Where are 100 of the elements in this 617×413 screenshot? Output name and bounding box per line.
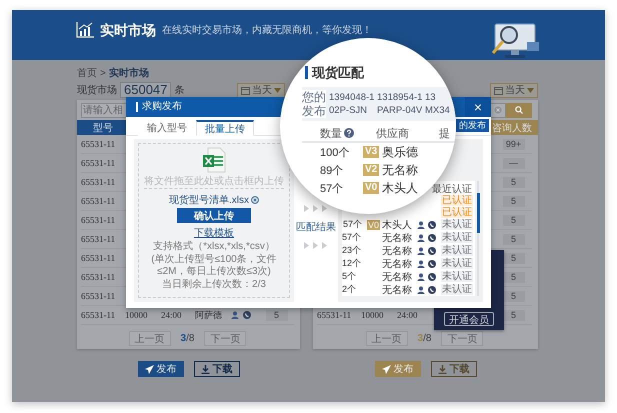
part-code: 1318954-1 — [377, 92, 424, 103]
drop-zone[interactable]: 将文件拖至此处或点击框内上传 现货型号清单.xlsx 确认上传 下载模板 支持格式（*xlsx,*xls,*csv） (单次上传型号≤100条，文件≤2M，每日上传次数≤3次) 当日剩余上传次数：2/3 — [138, 143, 290, 298]
breadcrumb-link[interactable]: 首页 — [77, 66, 97, 80]
count-unit: 条 — [174, 84, 184, 97]
quantity-text: 2个 — [342, 283, 358, 296]
part-code: PARP-04V — [377, 105, 424, 116]
help-icon[interactable] — [344, 128, 354, 138]
column-header: 提 — [439, 126, 450, 140]
page-indicator: 3/8 — [180, 333, 194, 344]
verification-tag: 已认证 — [441, 195, 473, 206]
phone-icon[interactable] — [428, 220, 436, 228]
verification-tag: 未认证 — [441, 271, 473, 282]
confirm-upload-button[interactable]: 确认上传 — [177, 208, 251, 223]
calendar-icon — [494, 86, 503, 94]
calendar-icon — [241, 86, 250, 94]
supplier-name: 奥乐德 — [382, 144, 418, 160]
supplier-name: 木头人 — [382, 180, 418, 196]
part-code: 02P-SJN — [329, 105, 368, 116]
phone-icon[interactable] — [428, 286, 436, 294]
quantity-text: 89个 — [320, 164, 344, 178]
quantity-text: 57个 — [342, 231, 362, 244]
table-cell-text: 65531-11 — [81, 234, 116, 244]
verification-tag: 未认证 — [441, 284, 473, 295]
table-cell-text: 24:00 — [397, 310, 419, 320]
table-cell-text: 65531-11 — [317, 310, 352, 320]
dialog-title: 求购发布 — [136, 102, 182, 112]
phone-icon[interactable] — [428, 272, 436, 280]
caret-icon — [527, 88, 534, 92]
market-count: 650047 — [120, 82, 172, 98]
paper-plane-icon — [382, 364, 390, 374]
publish-button[interactable]: 发布 — [138, 361, 184, 377]
table-cell-text: 65531-11 — [81, 272, 116, 282]
column-header: 咨询人数 — [492, 122, 532, 134]
table-cell-text: 65531-11 — [81, 253, 116, 263]
grade-badge: V2 — [363, 164, 380, 176]
membership-button[interactable]: 开通会员 — [444, 312, 494, 326]
user-icon[interactable] — [417, 246, 425, 254]
phone-icon[interactable] — [428, 246, 436, 254]
date-dropdown[interactable]: 当天 — [490, 82, 538, 98]
caret-icon — [274, 88, 281, 92]
next-page-button[interactable]: 下一页 — [441, 331, 484, 346]
page-title: 实时市场 — [100, 22, 156, 38]
verification-tag: 未认证 — [441, 232, 473, 243]
breadcrumb-link[interactable]: 实时市场 — [108, 66, 149, 80]
table-cell-text: 65531-11 — [81, 310, 116, 320]
upload-hint: 将文件拖至此处或点击框内上传 — [144, 174, 284, 189]
download-button[interactable]: 下载 — [194, 361, 240, 377]
user-icon[interactable] — [417, 286, 425, 294]
count-badge: 5 — [502, 196, 524, 206]
phone-icon[interactable] — [428, 234, 436, 242]
page-subtitle: 在线实时交易市场，内藏无限商机，等你发现！ — [162, 25, 372, 37]
search-button[interactable] — [506, 102, 532, 118]
remove-icon[interactable] — [251, 196, 259, 204]
scrollbar[interactable] — [477, 181, 479, 296]
count-badge: 99+ — [502, 138, 524, 150]
quantity-text: 57个 — [320, 182, 344, 196]
user-icon[interactable] — [231, 311, 239, 319]
prev-page-button[interactable]: 上一页 — [366, 331, 408, 346]
part-code: 13 — [425, 92, 437, 103]
user-icon[interactable] — [417, 272, 425, 280]
quantity-text: 57个 — [342, 218, 363, 231]
chart-icon — [76, 22, 94, 38]
prev-page-button[interactable]: 上一页 — [128, 331, 171, 346]
publish-label: 您的发布 — [302, 90, 326, 118]
download-icon — [200, 364, 210, 374]
download-button[interactable]: 下载 — [430, 361, 476, 377]
tab[interactable]: 批量上传 — [196, 120, 254, 136]
column-header: 型号 — [93, 122, 113, 134]
phone-icon[interactable] — [243, 311, 251, 319]
publish-button[interactable]: 发布 — [374, 361, 420, 377]
supplier-name: 无名称 — [382, 244, 412, 258]
remaining-note: 当日剩余上传次数：2/3 — [161, 279, 267, 291]
count-badge: 5 — [266, 310, 288, 320]
quantity-text: 5个 — [342, 270, 358, 283]
format-note: 支持格式（*xlsx,*xls,*csv） — [152, 241, 276, 253]
market-label: 现货市场 — [77, 84, 117, 97]
table-cell-text: 65531-11 — [81, 158, 116, 168]
quantity-text: 23个 — [342, 244, 362, 257]
quantity-text: 12个 — [342, 257, 362, 270]
table-cell-text: 24:00 — [161, 310, 183, 320]
close-button[interactable]: × — [465, 97, 491, 117]
table-cell-text: 65531-11 — [81, 177, 116, 187]
phone-icon[interactable] — [428, 260, 436, 268]
download-template-link[interactable]: 下载模板 — [194, 226, 234, 240]
publish-button[interactable]: 的发布 — [456, 119, 489, 132]
grade-badge: V0 — [366, 220, 380, 230]
verification-tag: 未认证 — [441, 258, 473, 269]
user-icon[interactable] — [417, 234, 425, 242]
user-icon[interactable] — [417, 220, 425, 228]
tab[interactable]: 输入型号 — [138, 120, 196, 136]
count-badge: 5 — [502, 176, 524, 188]
file-name: 现货型号清单.xlsx — [169, 194, 249, 207]
count-badge: 5 — [502, 290, 524, 302]
table-cell-text: 65531-11 — [81, 291, 116, 301]
next-page-button[interactable]: 下一页 — [204, 331, 246, 346]
user-icon[interactable] — [417, 260, 425, 268]
verification-tag: 未认证 — [441, 245, 473, 256]
supplier-name: 无名称 — [382, 258, 412, 270]
section-title: 现货匹配 — [305, 66, 364, 79]
part-code: 1394048-1 — [329, 92, 376, 103]
